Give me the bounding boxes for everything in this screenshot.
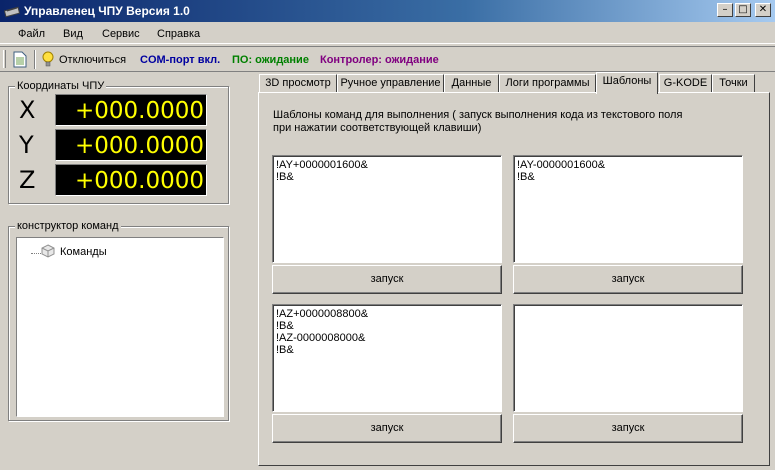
tab-points[interactable]: Точки — [712, 74, 755, 93]
run-button-1[interactable]: запуск — [272, 265, 502, 294]
disconnect-button[interactable]: Отключиться — [59, 54, 126, 66]
toolbar-grip[interactable] — [3, 50, 6, 68]
template-textbox-2[interactable]: !AY-0000001600& !B& — [513, 155, 743, 263]
window-title: Управленец ЧПУ Версия 1.0 — [24, 4, 190, 18]
axis-letter-y: Y — [19, 131, 34, 159]
tab-program-logs[interactable]: Логи программы — [499, 74, 596, 93]
cube-icon — [41, 244, 55, 258]
menu-help[interactable]: Справка — [157, 28, 200, 40]
coord-row-y: Y +000.0000 — [15, 129, 225, 161]
tab-g-code[interactable]: G-KODE — [659, 74, 712, 93]
tab-3d-view[interactable]: 3D просмотр — [259, 74, 337, 93]
tab-data[interactable]: Данные — [444, 74, 499, 93]
coord-row-x: X +000.0000 — [15, 94, 225, 126]
maximize-button[interactable]: □ — [735, 3, 751, 17]
tree-root-commands[interactable]: Команды — [60, 246, 107, 258]
template-textbox-3[interactable]: !AZ+0000008800& !B& !AZ-0000008000& !B& — [272, 304, 502, 412]
templates-description: Шаблоны команд для выполнения ( запуск в… — [273, 109, 683, 134]
template-textbox-1[interactable]: !AY+0000001600& !B& — [272, 155, 502, 263]
run-button-4[interactable]: запуск — [513, 414, 743, 443]
com-port-status: COM-порт вкл. — [140, 54, 221, 66]
coordinates-group: Координаты ЧПУ X +000.0000 Y +000.0000 Z… — [8, 80, 229, 204]
command-constructor-group: конструктор команд Команды — [8, 220, 229, 421]
minimize-button[interactable]: – — [717, 3, 733, 17]
toolbar-separator — [34, 50, 36, 69]
maximize-icon: □ — [738, 4, 748, 15]
constructor-legend: конструктор команд — [15, 220, 121, 232]
controller-status: Контролер: ожидание — [320, 54, 439, 66]
po-status: ПО: ожидание — [232, 54, 309, 66]
run-button-2[interactable]: запуск — [513, 265, 743, 294]
lightbulb-icon[interactable] — [42, 51, 54, 68]
tab-manual-control[interactable]: Ручное управление — [337, 74, 444, 93]
app-icon — [4, 6, 20, 18]
menu-view[interactable]: Вид — [63, 28, 83, 40]
menu-file[interactable]: Файл — [18, 28, 45, 40]
axis-letter-z: Z — [19, 166, 36, 194]
close-icon: ✕ — [758, 4, 768, 15]
document-icon[interactable] — [13, 51, 27, 68]
minimize-icon: – — [722, 4, 728, 15]
template-textbox-4[interactable] — [513, 304, 743, 412]
axis-value-z: +000.0000 — [55, 164, 207, 196]
templates-panel: Шаблоны команд для выполнения ( запуск в… — [258, 92, 770, 466]
axis-letter-x: X — [19, 96, 36, 124]
title-bar: Управленец ЧПУ Версия 1.0 – □ ✕ — [0, 0, 775, 22]
axis-value-x: +000.0000 — [55, 94, 207, 126]
menu-service[interactable]: Сервис — [102, 28, 140, 40]
close-button[interactable]: ✕ — [755, 3, 771, 17]
axis-value-y: +000.0000 — [55, 129, 207, 161]
coord-row-z: Z +000.0000 — [15, 164, 225, 196]
run-button-3[interactable]: запуск — [272, 414, 502, 443]
coordinates-legend: Координаты ЧПУ — [15, 80, 107, 92]
toolbar: Отключиться COM-порт вкл. ПО: ожидание К… — [0, 46, 775, 72]
command-tree[interactable]: Команды — [16, 237, 224, 417]
tab-templates[interactable]: Шаблоны — [596, 72, 658, 94]
menu-bar: Файл Вид Сервис Справка — [0, 22, 775, 44]
